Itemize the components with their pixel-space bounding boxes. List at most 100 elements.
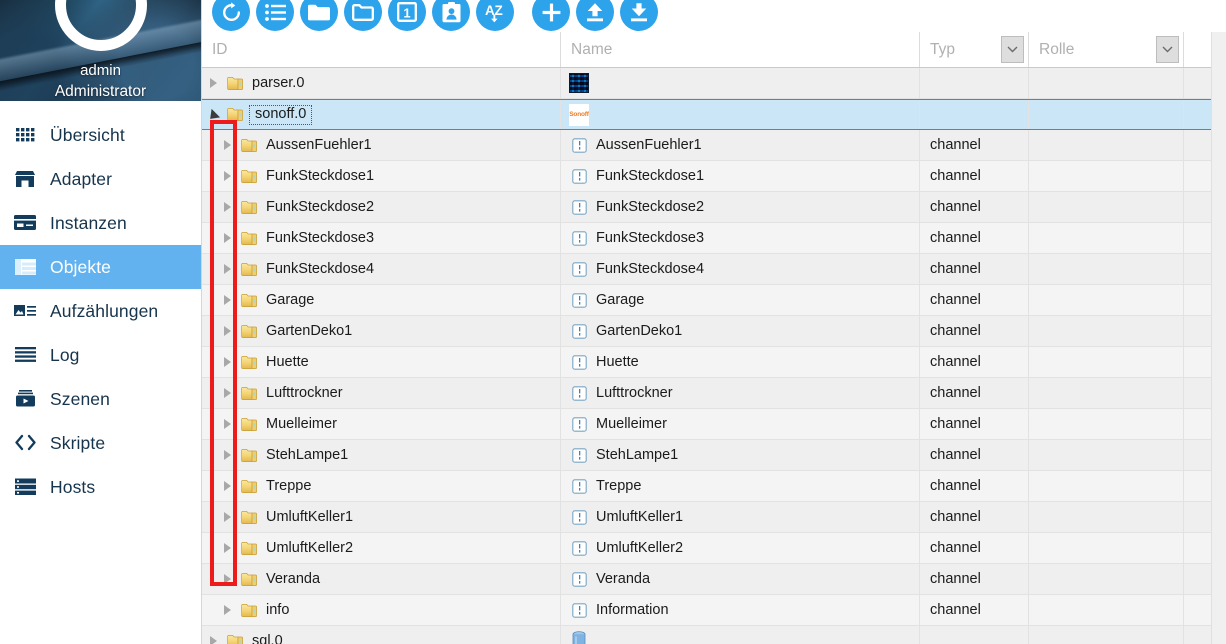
triangle-right-icon [223, 171, 231, 181]
row-expander[interactable] [216, 543, 238, 553]
column-header-id-label: ID [212, 40, 228, 58]
cell-typ: channel [920, 285, 1029, 315]
table-row[interactable]: Veranda Veranda channel [202, 564, 1226, 595]
column-header-typ[interactable]: Typ [920, 32, 1029, 67]
table-row[interactable]: Lufttrockner Lufttrockner channel [202, 378, 1226, 409]
row-expander[interactable] [216, 326, 238, 336]
cell-rolle [1029, 223, 1184, 253]
folder-outline-icon [352, 3, 374, 21]
app-root: admin Administrator Übersicht Adapter Inst… [0, 0, 1226, 644]
sidebar-item--bersicht[interactable]: Übersicht [0, 113, 201, 157]
sidebar-item-aufz-hlungen[interactable]: Aufzählungen [0, 289, 201, 333]
row-expander[interactable] [216, 202, 238, 212]
row-expander[interactable] [216, 264, 238, 274]
sidebar-item-log[interactable]: Log [0, 333, 201, 377]
sidebar-item-instanzen[interactable]: Instanzen [0, 201, 201, 245]
table-row[interactable]: sql.0 [202, 626, 1226, 644]
row-expander[interactable] [202, 636, 224, 644]
add-object-button[interactable] [532, 0, 570, 31]
table-row[interactable]: parser.0 [202, 68, 1226, 99]
row-id-label: Huette [266, 354, 309, 370]
cell-typ: channel [920, 378, 1029, 408]
server-icon [8, 474, 42, 500]
sidebar-item-label: Log [50, 344, 80, 365]
vertical-scrollbar[interactable] [1211, 32, 1226, 644]
table-row[interactable]: AussenFuehler1 AussenFuehler1 channel [202, 130, 1226, 161]
row-expander[interactable] [216, 357, 238, 367]
table-row[interactable]: Huette Huette channel [202, 347, 1226, 378]
row-expander[interactable] [202, 78, 224, 88]
import-button[interactable] [576, 0, 614, 31]
sidebar-item-adapter[interactable]: Adapter [0, 157, 201, 201]
row-expander[interactable] [216, 388, 238, 398]
folder-icon [238, 572, 260, 587]
cell-typ: channel [920, 471, 1029, 501]
row-expander[interactable] [216, 140, 238, 150]
folder-icon [238, 293, 260, 308]
row-expander[interactable] [202, 108, 224, 124]
table-row[interactable]: GartenDeko1 GartenDeko1 channel [202, 316, 1226, 347]
row-expander[interactable] [216, 295, 238, 305]
refresh-button[interactable] [212, 0, 250, 31]
row-expander[interactable] [216, 233, 238, 243]
sort-az-button[interactable]: A Z [476, 0, 514, 31]
folder-icon [240, 231, 257, 245]
video-icon [8, 386, 42, 412]
row-id-label: Veranda [266, 571, 321, 587]
expand-list-button[interactable] [256, 0, 294, 31]
table-row[interactable]: Garage Garage channel [202, 285, 1226, 316]
row-expander[interactable] [216, 450, 238, 460]
channel-icon [571, 323, 587, 339]
table-row[interactable]: FunkSteckdose2 FunkSteckdose2 channel [202, 192, 1226, 223]
folder-icon [238, 138, 260, 153]
table-row[interactable]: StehLampe1 StehLampe1 channel [202, 440, 1226, 471]
show-ids-button[interactable] [432, 0, 470, 31]
sidebar-item-szenen[interactable]: Szenen [0, 377, 201, 421]
cell-rolle [1029, 100, 1184, 129]
table-row[interactable]: Treppe Treppe channel [202, 471, 1226, 502]
table-row[interactable]: FunkSteckdose4 FunkSteckdose4 channel [202, 254, 1226, 285]
avatar[interactable] [54, 0, 147, 51]
cell-typ: channel [920, 564, 1029, 594]
table-row[interactable]: sonoff.0 Sonoff [202, 99, 1226, 130]
channel-icon [571, 385, 587, 401]
column-header-name[interactable]: Name [561, 32, 920, 67]
table-row[interactable]: UmluftKeller2 UmluftKeller2 channel [202, 533, 1226, 564]
row-expander[interactable] [216, 171, 238, 181]
row-expander[interactable] [216, 481, 238, 491]
channel-icon [569, 292, 589, 308]
sidebar-item-skripte[interactable]: Skripte [0, 421, 201, 465]
upload-icon [587, 2, 603, 21]
cell-rolle [1029, 254, 1184, 284]
rolle-filter-dropdown[interactable] [1156, 36, 1179, 63]
column-header-id[interactable]: ID [202, 32, 561, 67]
table-row[interactable]: Muelleimer Muelleimer channel [202, 409, 1226, 440]
cell-name: UmluftKeller2 [561, 533, 920, 563]
image-list-icon [8, 298, 42, 324]
parser-logo-icon [569, 73, 589, 93]
column-header-rolle[interactable]: Rolle [1029, 32, 1184, 67]
export-button[interactable] [620, 0, 658, 31]
row-expander[interactable] [216, 512, 238, 522]
table-row[interactable]: info Information channel [202, 595, 1226, 626]
expand-all-button[interactable] [344, 0, 382, 31]
table-row[interactable]: FunkSteckdose3 FunkSteckdose3 channel [202, 223, 1226, 254]
triangle-right-icon [223, 450, 231, 460]
level-one-button[interactable]: 1 [388, 0, 426, 31]
channel-icon [571, 509, 587, 525]
folder-icon [240, 355, 257, 369]
triangle-right-icon [223, 605, 231, 615]
table-row[interactable]: UmluftKeller1 UmluftKeller1 channel [202, 502, 1226, 533]
refresh-icon [222, 1, 240, 21]
sidebar-item-objekte[interactable]: Objekte [0, 245, 201, 289]
collapse-all-button[interactable] [300, 0, 338, 31]
row-expander[interactable] [216, 605, 238, 615]
table-row[interactable]: FunkSteckdose1 FunkSteckdose1 channel [202, 161, 1226, 192]
typ-filter-dropdown[interactable] [1001, 36, 1024, 63]
sidebar-item-hosts[interactable]: Hosts [0, 465, 201, 509]
row-typ-label: channel [930, 447, 981, 463]
cell-rolle [1029, 192, 1184, 222]
row-expander[interactable] [216, 419, 238, 429]
row-expander[interactable] [216, 574, 238, 584]
folder-icon [238, 355, 260, 370]
